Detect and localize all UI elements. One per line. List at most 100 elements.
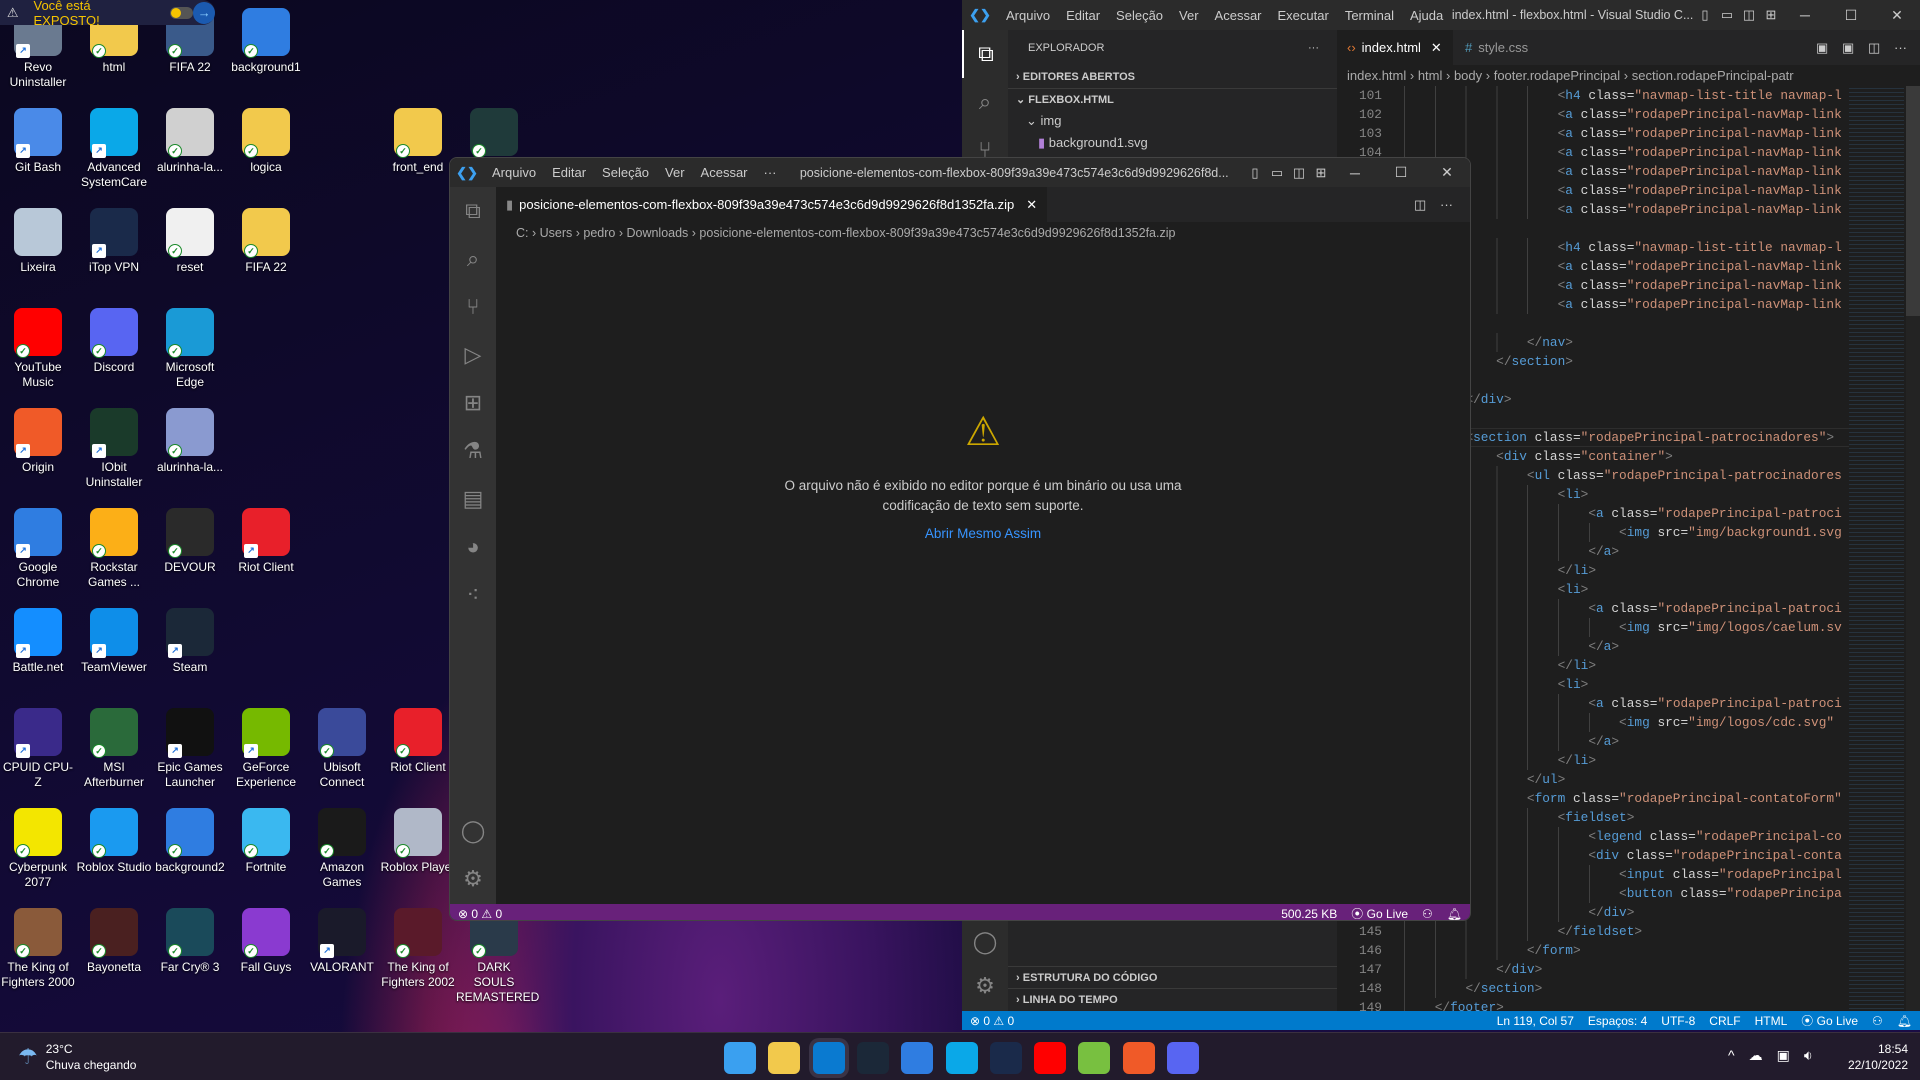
settings-gear-icon[interactable]: ⚙ <box>962 962 1008 1010</box>
desktop-icon[interactable]: ✓ Bayonetta <box>76 908 152 975</box>
code-line[interactable]: 146 </form> <box>1337 941 1849 960</box>
breadcrumb-item[interactable]: body <box>1454 68 1482 83</box>
desktop-icon[interactable]: ✓ Fall Guys <box>228 908 304 975</box>
desktop-icon[interactable]: ✓ Fortnite <box>228 808 304 875</box>
desktop-icon[interactable]: ↗ Steam <box>152 608 228 675</box>
vertical-scrollbar[interactable] <box>1906 86 1920 1011</box>
desktop-icon[interactable]: ✓ alurinha-la... <box>152 408 228 475</box>
source-control-icon[interactable]: ⑂ <box>450 283 496 331</box>
close-button[interactable]: ✕ <box>1424 164 1470 181</box>
menu-item[interactable]: Acessar <box>693 165 756 180</box>
outline-section[interactable]: › ESTRUTURA DO CÓDIGO <box>1008 966 1337 988</box>
desktop-icon[interactable]: ↗ CPUID CPU-Z <box>0 708 76 790</box>
edge-devtools-icon[interactable]: ◕ <box>450 523 496 571</box>
go-live-button[interactable]: ⦿ Go Live <box>1351 905 1408 920</box>
breadcrumb-item[interactable]: C: <box>516 226 529 240</box>
menu-item[interactable]: Editar <box>1058 8 1108 23</box>
toggle-sidebar-icon[interactable]: ▯ <box>1244 165 1266 181</box>
onedrive-cloud-icon[interactable]: ☁ <box>1749 1047 1763 1064</box>
code-line[interactable]: 147 </div> <box>1337 960 1849 979</box>
code-line[interactable]: 101 <h4 class="navmap-list-title navmap-… <box>1337 86 1849 105</box>
menu-item[interactable]: Arquivo <box>998 8 1058 23</box>
tab-zip-file[interactable]: ▮ posicione-elementos-com-flexbox-809f39a… <box>496 187 1048 222</box>
timeline-section[interactable]: › LINHA DO TEMPO <box>1008 988 1337 1010</box>
desktop-icon[interactable]: ✓ Cyberpunk 2077 <box>0 808 76 890</box>
desktop-icon[interactable]: ↗ IObit Uninstaller <box>76 408 152 490</box>
desktop-icon[interactable]: ✓ MSI Afterburner <box>76 708 152 790</box>
desktop-icon[interactable]: ✓ Far Cry® 3 <box>152 908 228 975</box>
toggle-secondary-sidebar-icon[interactable]: ◫ <box>1288 165 1310 181</box>
desktop-icon[interactable]: ✓ FIFA 22 <box>228 208 304 275</box>
tab-index-html[interactable]: ‹› index.html ✕ <box>1337 30 1453 65</box>
toggle-panel-icon[interactable]: ▭ <box>1716 7 1738 23</box>
code-line[interactable]: 102 <a class="rodapePrincipal-navMap-lin… <box>1337 105 1849 124</box>
youtube-music-icon[interactable] <box>1034 1042 1067 1074</box>
customize-layout-icon[interactable]: ⊞ <box>1760 7 1782 23</box>
maximize-button[interactable]: ☐ <box>1378 164 1424 181</box>
desktop-icon[interactable]: ↗ Epic Games Launcher <box>152 708 228 790</box>
live-share-icon[interactable]: ⁖ <box>450 571 496 619</box>
breadcrumb-item[interactable]: index.html <box>1347 68 1406 83</box>
vpn-exposed-banner[interactable]: ⚠ Você está EXPOSTO! → <box>0 0 215 28</box>
feedback-icon[interactable]: ⚇ <box>1422 907 1433 921</box>
close-tab-icon[interactable]: ✕ <box>1431 40 1442 56</box>
utorrent-icon[interactable] <box>1078 1042 1111 1074</box>
itop-vpn-icon[interactable] <box>989 1042 1022 1074</box>
desktop-icon[interactable]: ✓ DEVOUR <box>152 508 228 575</box>
desktop-icon[interactable]: ✓ YouTube Music <box>0 308 76 390</box>
close-button[interactable]: ✕ <box>1874 7 1920 24</box>
search-icon[interactable]: ⌕ <box>962 78 1008 126</box>
testing-flask-icon[interactable]: ⚗ <box>450 427 496 475</box>
folder-img[interactable]: ⌄ img <box>1008 110 1337 132</box>
desktop-icon[interactable]: ↗ GeForce Experience <box>228 708 304 790</box>
breadcrumb-item[interactable]: Downloads <box>626 226 688 240</box>
explorer-icon[interactable]: ⧉ <box>962 30 1008 78</box>
split-editor-icon[interactable]: ◫ <box>1414 187 1440 222</box>
menu-item[interactable]: Acessar <box>1207 8 1270 23</box>
desktop-icon[interactable]: ✓ Amazon Games <box>304 808 380 890</box>
desktop-icon[interactable]: ✓ alurinha-la... <box>152 108 228 175</box>
maximize-button[interactable]: ☐ <box>1828 7 1874 24</box>
cursor-position[interactable]: Ln 119, Col 57 <box>1497 1014 1574 1028</box>
windows-start-icon[interactable] <box>724 1042 756 1074</box>
open-preview-icon[interactable]: ▣ <box>1816 30 1842 65</box>
toggle-secondary-sidebar-icon[interactable]: ◫ <box>1738 7 1760 23</box>
feedback-icon[interactable]: ⚇ <box>1872 1014 1883 1028</box>
account-icon[interactable]: ◯ <box>450 807 496 855</box>
menu-item[interactable]: Ver <box>657 165 693 180</box>
breadcrumb-item[interactable]: posicione-elementos-com-flexbox-809f39a3… <box>699 226 1175 240</box>
minimize-button[interactable]: ─ <box>1332 165 1378 181</box>
desktop-icon[interactable]: ✓ front_end <box>380 108 456 175</box>
minimap[interactable] <box>1849 86 1904 1011</box>
menu-item[interactable]: Seleção <box>1108 8 1171 23</box>
weather-widget[interactable]: ☂ 23°C Chuva chegando <box>18 1041 136 1073</box>
desktop-icon[interactable]: ✓ background1 <box>228 8 304 75</box>
desktop-icon[interactable]: ✓ reset <box>152 208 228 275</box>
advanced-systemcare-icon[interactable] <box>945 1042 978 1074</box>
code-line[interactable]: 149 </footer> <box>1337 998 1849 1011</box>
extensions-icon[interactable]: ⊞ <box>450 379 496 427</box>
more-actions-icon[interactable]: ··· <box>1440 187 1470 222</box>
toggle-sidebar-icon[interactable]: ▯ <box>1694 7 1716 23</box>
file-explorer-icon[interactable] <box>768 1042 801 1074</box>
desktop-icon[interactable]: ↗ Battle.net <box>0 608 76 675</box>
clock[interactable]: 18:54 22/10/2022 <box>1848 1041 1908 1073</box>
more-actions-icon[interactable]: ··· <box>1308 42 1319 54</box>
code-line[interactable]: 103 <a class="rodapePrincipal-navMap-lin… <box>1337 124 1849 143</box>
breadcrumb-item[interactable]: Users <box>540 226 573 240</box>
menu-item[interactable]: ··· <box>756 165 785 180</box>
notifications-bell-icon[interactable]: 🔔︎ <box>1897 1014 1912 1028</box>
menu-item[interactable]: Editar <box>544 165 594 180</box>
open-preview-side-icon[interactable]: ▣ <box>1842 30 1868 65</box>
desktop-icon[interactable]: ↗ Google Chrome <box>0 508 76 590</box>
line-ending[interactable]: CRLF <box>1709 1014 1740 1028</box>
indentation[interactable]: Espaços: 4 <box>1588 1014 1647 1028</box>
menu-item[interactable]: Seleção <box>594 165 657 180</box>
desktop-icon[interactable]: ✓ Microsoft Edge <box>152 308 228 390</box>
show-hidden-icons-chevron-icon[interactable]: ^ <box>1728 1047 1735 1064</box>
code-line[interactable]: 148 </section> <box>1337 979 1849 998</box>
breadcrumb-item[interactable]: section.rodapePrincipal-patr <box>1632 68 1794 83</box>
account-icon[interactable]: ◯ <box>962 918 1008 966</box>
desktop-icon[interactable]: ✓ logica <box>228 108 304 175</box>
code-line[interactable]: 145 </fieldset> <box>1337 922 1849 941</box>
